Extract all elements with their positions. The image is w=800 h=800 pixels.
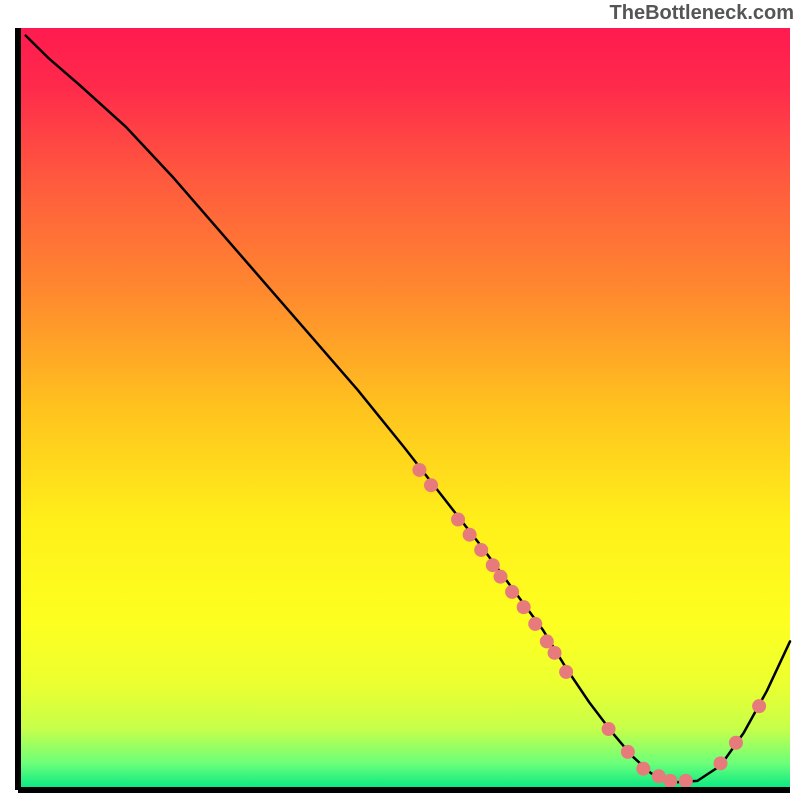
data-point: [486, 558, 500, 572]
data-point: [474, 543, 488, 557]
watermark: TheBottleneck.com: [610, 2, 794, 25]
data-point: [729, 736, 743, 750]
data-point: [505, 585, 519, 599]
data-point: [636, 762, 650, 776]
data-point: [463, 528, 477, 542]
data-point: [494, 570, 508, 584]
data-point: [663, 774, 677, 788]
chart-background: [18, 28, 790, 790]
data-point: [424, 478, 438, 492]
data-point: [752, 699, 766, 713]
bottleneck-chart: [0, 0, 800, 800]
data-point: [679, 774, 693, 788]
data-point: [548, 646, 562, 660]
data-point: [451, 512, 465, 526]
data-point: [602, 722, 616, 736]
data-point: [412, 463, 426, 477]
data-point: [540, 634, 554, 648]
data-point: [528, 617, 542, 631]
data-point: [714, 756, 728, 770]
data-point: [559, 665, 573, 679]
data-point: [517, 600, 531, 614]
data-point: [621, 745, 635, 759]
